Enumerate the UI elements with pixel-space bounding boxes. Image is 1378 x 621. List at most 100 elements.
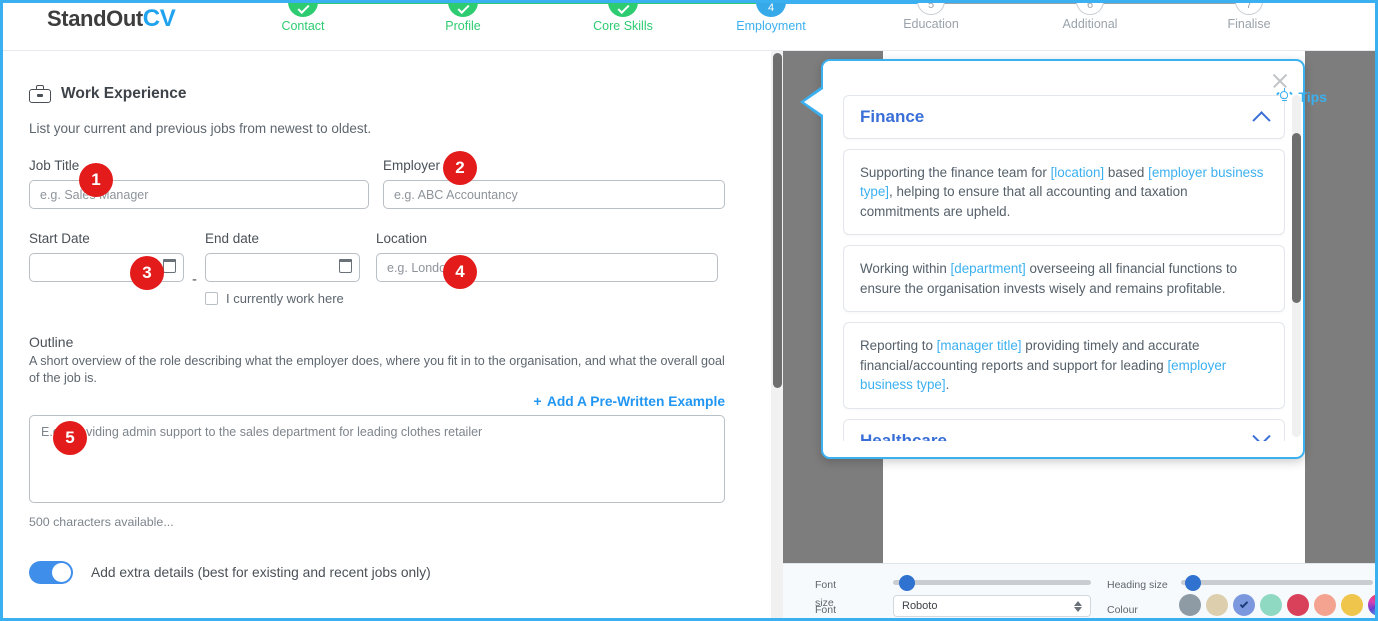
brand-name: StandOut (47, 6, 143, 31)
modal-scrollbar[interactable] (1292, 95, 1301, 437)
plus-icon: + (533, 394, 542, 409)
stepper-bubble (608, 3, 638, 17)
colour-swatch-1[interactable] (1206, 594, 1228, 616)
add-prewritten-example-button[interactable]: + Add A Pre-Written Example (29, 394, 725, 409)
page-title: Work Experience (61, 85, 187, 102)
font-select-value: Roboto (902, 600, 938, 612)
stepper-bubble: 6 (1076, 3, 1104, 15)
chevron-down-icon[interactable] (1252, 427, 1271, 441)
brand-logo[interactable]: StandOutCV (47, 5, 176, 33)
colour-swatch-4[interactable] (1287, 594, 1309, 616)
calendar-icon[interactable] (162, 258, 177, 273)
accordion-title: Finance (860, 107, 925, 126)
example-text: . (945, 377, 950, 393)
colour-label: Colour (1107, 604, 1138, 616)
stepper-label: Profile (445, 19, 481, 33)
brand-suffix: CV (142, 5, 176, 32)
stepper-item-contact[interactable]: Contact (243, 3, 363, 33)
currently-work-label: I currently work here (226, 291, 344, 306)
modal-pointer-arrow (800, 86, 823, 118)
check-icon (1239, 599, 1249, 609)
example-text: Supporting the finance team for (860, 165, 1051, 180)
app-window: StandOutCV Contact Profile Core Skills 4 Emp… (0, 0, 1378, 621)
end-date-input[interactable] (205, 253, 360, 282)
row-title-employer: Job Title Employer (29, 158, 745, 209)
colour-swatches (1179, 594, 1375, 616)
employer-label: Employer (383, 158, 441, 173)
date-separator: - (192, 271, 197, 288)
outline-label: Outline (29, 334, 74, 350)
extra-details-label: Add extra details (best for existing and… (91, 565, 431, 580)
style-toolbar: Font size Font Roboto Heading size Colou… (783, 563, 1375, 618)
placeholder-token: [manager title] (936, 338, 1022, 354)
location-input[interactable] (376, 253, 718, 282)
tips-button[interactable]: Tips (1276, 88, 1327, 105)
example-card[interactable]: Supporting the finance team for [locatio… (843, 149, 1285, 236)
colour-swatch-3[interactable] (1260, 594, 1282, 616)
font-label: Font (815, 604, 837, 616)
example-text: , helping to ensure that all accounting … (860, 184, 1188, 219)
outline-textarea[interactable] (29, 415, 725, 503)
field-location: Location (376, 231, 718, 282)
modal-scrollbar-thumb[interactable] (1292, 133, 1301, 303)
colour-swatch-0[interactable] (1179, 594, 1201, 616)
colour-swatch-6[interactable] (1341, 594, 1363, 616)
stepper-bubble (288, 3, 318, 17)
page-scrollbar[interactable] (771, 51, 783, 618)
stepper-item-employment[interactable]: 4 Employment (711, 3, 831, 33)
chevron-updown-icon[interactable] (1074, 600, 1082, 612)
progress-stepper: Contact Profile Core Skills 4 Employment 5 Edu… (243, 3, 1365, 47)
extra-details-toggle[interactable] (29, 561, 73, 584)
stepper-bubble: 5 (917, 3, 945, 15)
heading-size-slider[interactable] (1181, 574, 1373, 591)
example-card[interactable]: Working within [department] overseeing a… (843, 245, 1285, 313)
check-icon (456, 3, 470, 15)
page-scrollbar-thumb[interactable] (772, 53, 782, 388)
callout-badge-5: 5 (53, 421, 87, 455)
font-size-slider[interactable] (893, 574, 1091, 591)
modal-content: Finance Supporting the finance team for [… (843, 95, 1285, 441)
colour-swatch-5[interactable] (1314, 594, 1336, 616)
stepper-item-additional[interactable]: 6 Additional (1030, 3, 1150, 31)
stepper-bubble: 7 (1235, 3, 1263, 15)
chevron-up-icon[interactable] (1252, 110, 1271, 130)
employment-form-pane: Work Experience List your current and pr… (3, 51, 771, 618)
job-title-label: Job Title (29, 158, 80, 173)
section-header: Work Experience (29, 85, 745, 103)
stepper-item-profile[interactable]: Profile (403, 3, 523, 33)
example-text: Working within (860, 261, 951, 277)
colour-swatch-2[interactable] (1233, 594, 1255, 616)
accordion-healthcare[interactable]: Healthcare (843, 418, 1285, 442)
lightbulb-icon (1276, 88, 1293, 105)
example-card[interactable]: Reporting to [manager title] providing t… (843, 322, 1285, 409)
stepper-item-finalise[interactable]: 7 Finalise (1189, 3, 1309, 31)
outline-character-counter: 500 characters available... (29, 515, 174, 529)
stepper-label: Finalise (1227, 17, 1271, 31)
accordion-title: Healthcare (860, 430, 947, 442)
check-icon (616, 3, 630, 15)
heading-size-slider-handle[interactable] (1184, 574, 1201, 591)
employer-input[interactable] (383, 180, 725, 209)
prewritten-examples-modal: Finance Supporting the finance team for [… (800, 59, 1305, 459)
stepper-bubble: 4 (756, 3, 786, 17)
stepper-label: Contact (281, 19, 325, 33)
colour-swatch-custom[interactable] (1368, 594, 1375, 616)
app-header: StandOutCV Contact Profile Core Skills 4 Emp… (3, 3, 1375, 51)
stepper-item-education[interactable]: 5 Education (871, 3, 991, 31)
calendar-icon[interactable] (338, 258, 353, 273)
font-select[interactable]: Roboto (893, 595, 1091, 617)
currently-work-checkbox[interactable] (205, 292, 218, 305)
placeholder-token: [department] (950, 261, 1026, 277)
accordion-finance[interactable]: Finance (843, 95, 1285, 139)
stepper-bubble (448, 3, 478, 17)
font-size-slider-handle[interactable] (898, 574, 915, 591)
stepper-item-core-skills[interactable]: Core Skills (563, 3, 683, 33)
stepper-label: Additional (1062, 17, 1118, 31)
check-icon (296, 3, 310, 15)
currently-work-row[interactable]: I currently work here (205, 291, 360, 306)
stepper-label: Education (903, 17, 959, 31)
close-icon[interactable] (1271, 72, 1289, 90)
callout-badge-2: 2 (443, 151, 477, 185)
outline-help-text: A short overview of the role describing … (29, 354, 725, 385)
extra-details-row: Add extra details (best for existing and… (29, 561, 745, 584)
